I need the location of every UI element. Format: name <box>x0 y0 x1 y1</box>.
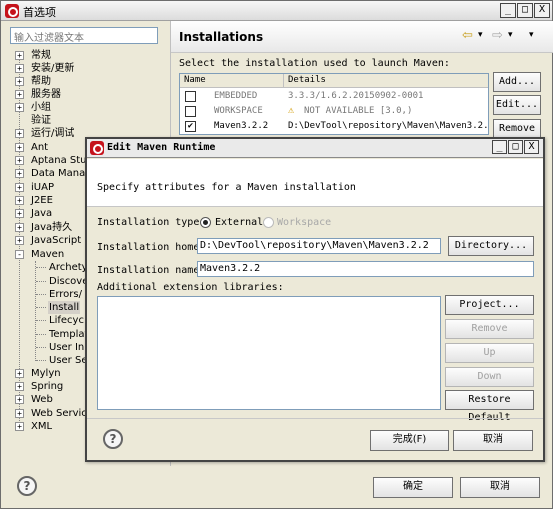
column-header-details[interactable]: Details <box>284 74 488 88</box>
expand-icon[interactable]: + <box>15 129 24 138</box>
expand-icon[interactable]: + <box>15 103 24 112</box>
collapse-icon[interactable]: - <box>15 250 24 259</box>
installation-home-label: Installation home: <box>97 242 206 253</box>
directory-button[interactable]: Directory... <box>448 236 534 256</box>
forward-dropdown-icon[interactable]: ▾ <box>508 30 513 40</box>
back-icon[interactable]: ⇦ <box>462 28 473 43</box>
workspace-label[interactable]: Workspace <box>277 217 331 228</box>
table-row[interactable]: WORKSPACE ⚠ NOT AVAILABLE [3.0,) <box>180 104 488 119</box>
up-button[interactable]: Up <box>445 343 534 363</box>
external-radio[interactable] <box>200 217 211 228</box>
installations-description: Select the installation used to launch M… <box>179 58 450 69</box>
expand-icon[interactable]: + <box>15 382 24 391</box>
expand-icon[interactable]: + <box>15 156 24 165</box>
expand-icon[interactable]: + <box>15 369 24 378</box>
expand-icon[interactable]: + <box>15 223 24 232</box>
installation-name-field[interactable]: Maven3.2.2 <box>197 261 534 277</box>
preferences-footer: ? 确定 取消 <box>1 466 552 508</box>
extension-libraries-label: Additional extension libraries: <box>97 282 284 293</box>
back-dropdown-icon[interactable]: ▾ <box>478 30 483 40</box>
dialog-help-icon[interactable]: ? <box>103 429 123 449</box>
view-menu-icon[interactable]: ▾ <box>529 30 534 40</box>
installation-name-label: Installation name: <box>97 265 206 276</box>
warning-icon: ⚠ <box>288 105 295 116</box>
restore-default-button[interactable]: Restore Default <box>445 390 534 423</box>
column-header-name[interactable]: Name <box>180 74 284 88</box>
edit-maven-runtime-dialog: Edit Maven Runtime _ □ X Specify attribu… <box>85 137 545 462</box>
maximize-button[interactable]: □ <box>517 3 533 18</box>
dialog-message: Specify attributes for a Maven installat… <box>97 182 356 193</box>
preferences-window: 首选项 _ □ X 输入过滤器文本 + 常规 + 安装/更新 + 帮助 + 服务… <box>0 0 553 509</box>
expand-icon[interactable]: + <box>15 143 24 152</box>
installations-table: Name Details EMBEDDED 3.3.3/1.6.2.201509… <box>179 73 489 135</box>
expand-icon[interactable]: + <box>15 196 24 205</box>
minimize-button[interactable]: _ <box>500 3 516 18</box>
extension-libraries-list[interactable] <box>97 296 441 410</box>
ok-button[interactable]: 确定 <box>373 477 453 498</box>
add-button[interactable]: Add... <box>493 72 541 92</box>
table-row[interactable]: ✔ Maven3.2.2 D:\DevTool\repository\Maven… <box>180 119 488 134</box>
dialog-cancel-button[interactable]: 取消 <box>453 430 533 451</box>
title-bar[interactable]: 首选项 _ □ X <box>1 1 552 21</box>
remove-button[interactable]: Remove <box>493 119 541 139</box>
expand-icon[interactable]: + <box>15 183 24 192</box>
workspace-radio[interactable] <box>263 217 274 228</box>
expand-icon[interactable]: + <box>15 77 24 86</box>
dialog-title: Edit Maven Runtime <box>107 142 216 153</box>
installation-home-field[interactable]: D:\DevTool\repository\Maven\Maven3.2.2 <box>197 238 441 254</box>
installations-header: Installations ⇦ ▾ ⇨ ▾ ▾ <box>171 21 553 53</box>
window-title: 首选项 <box>23 6 56 19</box>
project-button[interactable]: Project... <box>445 295 534 315</box>
expand-icon[interactable]: + <box>15 90 24 99</box>
forward-icon[interactable]: ⇨ <box>492 28 503 43</box>
dialog-minimize-button[interactable]: _ <box>492 140 507 154</box>
close-button[interactable]: X <box>534 3 550 18</box>
expand-icon[interactable]: + <box>15 51 24 60</box>
expand-icon[interactable]: + <box>15 64 24 73</box>
row-checkbox[interactable] <box>185 106 196 117</box>
filter-input[interactable]: 输入过滤器文本 <box>10 27 158 44</box>
row-checkbox-checked[interactable]: ✔ <box>185 121 196 132</box>
remove-library-button[interactable]: Remove <box>445 319 534 339</box>
dialog-maximize-button[interactable]: □ <box>508 140 523 154</box>
eclipse-logo-icon <box>90 141 104 155</box>
eclipse-logo-icon <box>5 4 19 18</box>
finish-button[interactable]: 完成(F) <box>370 430 449 451</box>
cancel-button[interactable]: 取消 <box>460 477 540 498</box>
row-checkbox[interactable] <box>185 91 196 102</box>
dialog-close-button[interactable]: X <box>524 140 539 154</box>
down-button[interactable]: Down <box>445 367 534 387</box>
help-icon[interactable]: ? <box>17 476 37 496</box>
expand-icon[interactable]: + <box>15 236 24 245</box>
edit-button[interactable]: Edit... <box>493 95 541 115</box>
expand-icon[interactable]: + <box>15 169 24 178</box>
expand-icon[interactable]: + <box>15 395 24 404</box>
dialog-separator <box>87 418 543 419</box>
external-label[interactable]: External <box>215 217 263 228</box>
expand-icon[interactable]: + <box>15 409 24 418</box>
expand-icon[interactable]: + <box>15 209 24 218</box>
table-row[interactable]: EMBEDDED 3.3.3/1.6.2.20150902-0001 <box>180 89 488 104</box>
page-title: Installations <box>179 30 264 44</box>
dialog-title-bar[interactable]: Edit Maven Runtime _ □ X <box>87 139 543 158</box>
expand-icon[interactable]: + <box>15 422 24 431</box>
installation-type-label: Installation type: <box>97 217 206 228</box>
dialog-header: Specify attributes for a Maven installat… <box>87 159 543 207</box>
